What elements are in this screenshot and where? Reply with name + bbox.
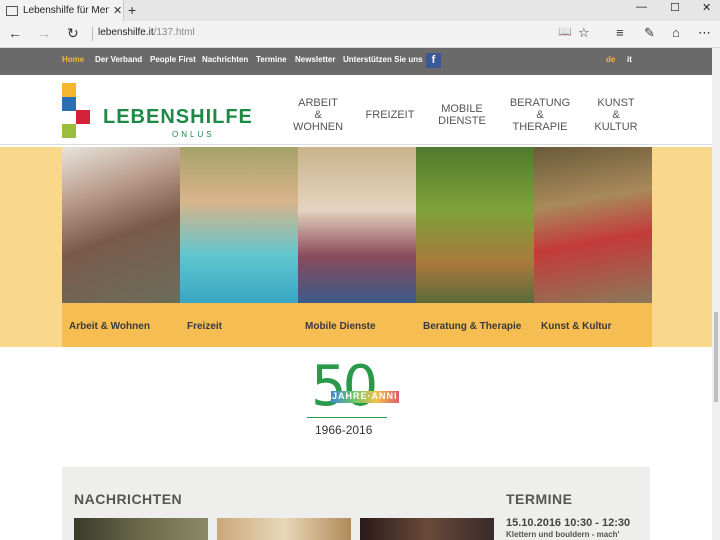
back-icon[interactable]: ← (8, 25, 22, 41)
mainnav-line: & (612, 109, 620, 121)
maximize-icon[interactable]: ☐ (670, 1, 680, 14)
topnav-home[interactable]: Home (62, 55, 84, 64)
new-tab-icon[interactable]: + (128, 2, 136, 18)
url-separator (92, 27, 93, 41)
mainnav-line: WOHNEN (292, 121, 344, 133)
panel-label: Beratung & Therapie (423, 321, 522, 332)
share-icon[interactable]: ⌂ (672, 25, 680, 40)
mainnav-arbeit-wohnen[interactable]: ARBEIT & WOHNEN (292, 97, 344, 133)
panel-label: Kunst & Kultur (541, 321, 612, 332)
event-title[interactable]: Klettern und bouldern - mach' (506, 530, 619, 539)
photo-horse-riding (416, 147, 534, 303)
banner-panel-arbeit[interactable]: Arbeit & Wohnen (62, 147, 180, 347)
topnav-nachrichten[interactable]: Nachrichten (202, 55, 248, 64)
photo-swimming-pool (180, 147, 298, 303)
browser-tab[interactable]: Lebenshilfe für Mensche ✕ (0, 0, 124, 21)
tab-close-icon[interactable]: ✕ (113, 4, 122, 17)
web-note-icon[interactable]: ✎ (644, 25, 655, 41)
logo-title[interactable]: LEBENSHILFE (103, 106, 253, 129)
scrollbar-thumb[interactable] (714, 312, 718, 402)
favorite-icon[interactable]: ☆ (578, 25, 590, 41)
logo-subtitle: ONLUS (172, 130, 215, 139)
news-heading: NACHRICHTEN (74, 491, 183, 507)
anniversary-jahre: JAHRE·ANNI (332, 391, 398, 401)
window-close-icon[interactable]: ✕ (702, 1, 711, 14)
mainnav-beratung-therapie[interactable]: BERATUNG & THERAPIE (508, 97, 572, 133)
mainnav-line: KULTUR (594, 121, 638, 133)
site-header: LEBENSHILFE ONLUS ARBEIT & WOHNEN FREIZE… (0, 75, 712, 145)
mainnav-line: ARBEIT (298, 97, 338, 109)
panel-label: Arbeit & Wohnen (69, 321, 150, 332)
news-section: NACHRICHTEN TERMINE 15.10.2016 10:30 - 1… (62, 467, 650, 540)
page-icon (6, 5, 18, 16)
refresh-icon[interactable]: ↻ (67, 25, 79, 42)
banner-panel-beratung[interactable]: Beratung & Therapie (416, 147, 534, 347)
mainnav-freizeit[interactable]: FREIZEIT (364, 109, 416, 121)
banner-panel-kunst[interactable]: Kunst & Kultur (534, 147, 652, 347)
mainnav-line: KUNST (597, 97, 635, 109)
news-thumbnail[interactable] (360, 518, 494, 540)
panel-label: Freizeit (187, 321, 223, 332)
topnav-termine[interactable]: Termine (256, 55, 287, 64)
topnav-people-first[interactable]: People First (150, 55, 196, 64)
topnav-newsletter[interactable]: Newsletter (295, 55, 335, 64)
anniversary-divider (307, 417, 387, 418)
mainnav-line: DIENSTE (438, 115, 486, 127)
mainnav-line: MOBILE (441, 103, 483, 115)
page-scrollbar[interactable] (712, 48, 720, 540)
minimize-icon[interactable]: — (636, 1, 647, 13)
photo-young-woman (298, 147, 416, 303)
category-banner: Arbeit & Wohnen Freizeit Mobile Dienste … (0, 147, 712, 347)
anniversary-years: 1966-2016 (315, 423, 373, 437)
lang-de[interactable]: de (606, 55, 615, 64)
panel-label: Mobile Dienste (305, 321, 376, 332)
tab-title: Lebenshilfe für Mensche (23, 5, 109, 16)
url-host: lebenshilfe.it (98, 27, 154, 38)
banner-panel-freizeit[interactable]: Freizeit (180, 147, 298, 347)
banner-panel-mobile[interactable]: Mobile Dienste (298, 147, 416, 347)
facebook-icon[interactable]: f (426, 53, 441, 68)
topnav-verband[interactable]: Der Verband (95, 55, 142, 64)
forward-icon[interactable]: → (37, 25, 51, 41)
url-path: /137.html (153, 27, 195, 38)
hub-icon[interactable]: ≡ (616, 25, 624, 40)
mainnav-mobile-dienste[interactable]: MOBILE DIENSTE (436, 103, 488, 127)
news-thumbnail[interactable] (74, 518, 208, 540)
mainnav-line: & (314, 109, 322, 121)
anniversary-logo: 50 JAHRE·ANNI 1966-2016 (305, 354, 405, 440)
reading-view-icon[interactable]: 📖 (558, 25, 572, 38)
lang-it[interactable]: it (627, 55, 632, 64)
mainnav-kunst-kultur[interactable]: KUNST & KULTUR (590, 97, 642, 133)
more-icon[interactable]: ⋯ (698, 25, 711, 41)
topnav-unterstuetzen[interactable]: Unterstützen Sie uns (343, 55, 423, 64)
anniversary-number: 50 (311, 354, 378, 419)
browser-tabbar: Lebenshilfe für Mensche ✕ + — ☐ ✕ (0, 0, 720, 21)
mainnav-line: & (536, 109, 544, 121)
url-field[interactable]: lebenshilfe.it/137.html (98, 27, 195, 38)
photo-man-working (62, 147, 180, 303)
news-thumbnail[interactable] (217, 518, 351, 540)
address-bar: ← → ↻ lebenshilfe.it/137.html 📖 ☆ ≡ ✎ ⌂ … (0, 21, 720, 48)
mainnav-line: FREIZEIT (365, 109, 415, 121)
logo-mark[interactable] (62, 83, 92, 138)
photo-woman-painting (534, 147, 652, 303)
termine-heading: TERMINE (506, 491, 573, 507)
site-top-nav: Home Der Verband People First Nachrichte… (0, 48, 712, 75)
mainnav-line: THERAPIE (512, 121, 568, 133)
event-date: 15.10.2016 10:30 - 12:30 (506, 517, 631, 529)
mainnav-line: BERATUNG (509, 97, 571, 109)
